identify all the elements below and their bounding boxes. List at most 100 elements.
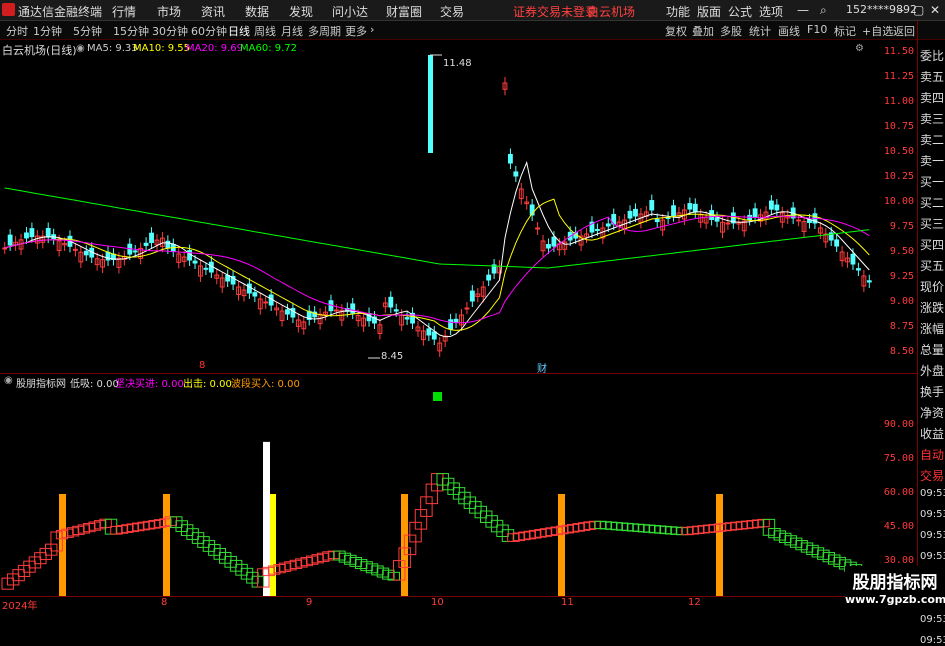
menu-ask[interactable]: 问小达 [332,3,368,20]
candle-body [453,318,459,323]
sidebar-item[interactable]: 卖四 [920,89,944,106]
price-tick: 10.00 [883,196,914,207]
menu-market[interactable]: 市场 [157,3,181,20]
account-id[interactable]: 152****9892 [846,3,917,16]
menu-discover[interactable]: 发现 [289,3,313,20]
btn-add-watch[interactable]: +自选 [862,23,893,39]
sidebar-item[interactable]: 09:53 [920,509,945,520]
collapse-icon[interactable]: ◉ [76,43,85,54]
indicator-boduan: 波段买入: 0.00 [231,379,300,390]
sidebar-item[interactable]: 涨幅 [920,320,944,337]
settings-icon[interactable]: ⚙ [855,43,864,54]
candle-body [393,309,399,312]
sidebar-item[interactable]: 现价 [920,278,944,295]
app-title: 通达信金融终端 [18,5,103,19]
btn-overlay[interactable]: 叠加 [692,23,714,39]
indicator-tick: 30.00 [883,555,914,566]
tab-5min[interactable]: 5分钟 [73,23,102,39]
candle-body [252,292,258,297]
tab-intraday[interactable]: 分时 [6,23,28,39]
tab-1min[interactable]: 1分钟 [33,23,62,39]
sidebar-item[interactable]: 换手 [920,383,944,400]
sidebar-item[interactable]: 卖二 [920,131,944,148]
chevron-right-icon[interactable]: › [370,23,374,36]
tab-monthly[interactable]: 月线 [281,23,303,39]
sidebar-item[interactable]: 卖三 [920,110,944,127]
window-maximize-icon[interactable]: ▢ [913,3,924,17]
menu-trade[interactable]: 交易 [440,3,464,20]
sidebar-item[interactable]: 09:53 [920,551,945,562]
minimize-icon[interactable]: — [797,3,809,17]
candle-body [225,274,231,282]
candle-body [333,309,339,312]
sidebar-item[interactable]: 净资 [920,404,944,421]
btn-back[interactable]: 返回 [893,23,915,39]
sidebar-item[interactable]: 买三 [920,215,944,232]
btn-draw[interactable]: 画线 [778,23,800,39]
btn-mark[interactable]: 标记 [834,23,856,39]
price-tick: 9.00 [889,296,914,307]
signal-bar [163,494,170,596]
stock-name: 白云机场 [587,5,636,19]
tab-more[interactable]: 更多 [345,23,367,39]
indicator-collapse-icon[interactable]: ◉ [4,375,13,386]
menu-data[interactable]: 数据 [245,3,269,20]
sidebar-item[interactable]: 自动 [920,446,944,463]
indicator-tick: 60.00 [883,487,914,498]
window-minimize-icon[interactable]: – [898,3,904,17]
sidebar-item[interactable]: 外盘 [920,362,944,379]
btn-stats[interactable]: 统计 [749,23,771,39]
sidebar-item[interactable]: 总量 [920,341,944,358]
candle-body [469,290,475,302]
indicator-chart[interactable]: ◉ 股朋指标网 低吸: 0.00 坚决买进: 0.00 出击: 0.00 波段买… [0,374,875,596]
date-axis: 2024年 8 9 10 11 12 [0,596,875,612]
price-tick: 8.50 [889,346,914,357]
tab-multi-period[interactable]: 多周期 [308,23,341,39]
tab-daily[interactable]: 日线 [228,23,250,39]
sidebar-item[interactable]: 交易 [920,467,944,484]
menu-options[interactable]: 选项 [759,3,783,20]
sidebar-item[interactable]: 收益 [920,425,944,442]
tab-60min[interactable]: 60分钟 [191,23,227,39]
sidebar-item[interactable]: 涨跌 [920,299,944,316]
menu-function[interactable]: 功能 [666,3,690,20]
search-icon[interactable]: ⌕ [820,3,827,18]
kline-chart[interactable]: 白云机场(日线) ◉ MA5: 9.33 MA10: 9.55 MA20: 9.… [0,40,875,375]
btn-f10[interactable]: F10 [807,23,827,36]
candle-body [633,208,638,217]
watermark: 股朋指标网 www.7gpzb.com [845,566,945,609]
price-tick: 9.25 [889,271,914,282]
menu-layout[interactable]: 版面 [697,3,721,20]
tab-weekly[interactable]: 周线 [254,23,276,39]
sidebar-item[interactable]: 卖五 [920,68,944,85]
menu-quotes[interactable]: 行情 [112,3,136,20]
x-label-oct: 10 [431,597,444,608]
kline-canvas[interactable] [0,40,875,373]
sidebar-item[interactable]: 09:53 [920,488,945,499]
tab-15min[interactable]: 15分钟 [113,23,149,39]
menu-wealth[interactable]: 财富圈 [386,3,422,20]
sidebar-item[interactable]: 卖一 [920,152,944,169]
sidebar-item[interactable]: 09:53 [920,530,945,541]
menu-formula[interactable]: 公式 [728,3,752,20]
sidebar-item[interactable]: 买五 [920,257,944,274]
btn-multi-stock[interactable]: 多股 [720,23,742,39]
candle-body [692,203,698,213]
menu-news[interactable]: 资讯 [201,3,225,20]
sidebar-item[interactable]: 买二 [920,194,944,211]
x-label-year: 2024年 [2,601,38,612]
spike-candle [428,55,433,153]
candle-body [654,219,660,223]
candle-body [551,236,557,247]
indicator-canvas[interactable] [0,374,875,596]
btn-adjust[interactable]: 复权 [665,23,687,39]
indicator-title: 股朋指标网 [16,379,66,390]
sidebar-item[interactable]: 09:53 [920,635,945,646]
sidebar-item[interactable]: 09:53 [920,614,945,625]
tab-30min[interactable]: 30分钟 [152,23,188,39]
sidebar-item[interactable]: 买四 [920,236,944,253]
window-close-icon[interactable]: ✕ [930,3,940,17]
sidebar-item[interactable]: 买一 [920,173,944,190]
sidebar-item[interactable]: 委比 [920,47,944,64]
ma60-label: MA60: 9.72 [240,43,298,54]
